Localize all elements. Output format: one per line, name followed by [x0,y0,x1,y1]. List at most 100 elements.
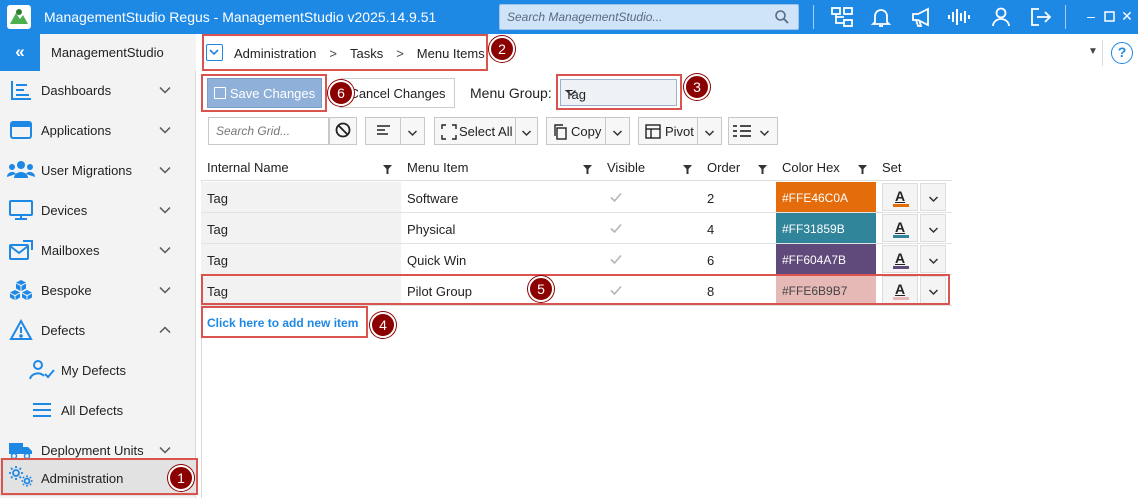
chevron-down-icon[interactable] [158,203,172,217]
chevron-down-icon[interactable] [759,127,770,142]
filter-icon[interactable] [583,162,592,174]
chevron-down-icon[interactable] [158,123,172,137]
global-search-input[interactable] [500,5,770,29]
annotation-box-3 [556,74,682,110]
sidebar-item-bespoke[interactable]: Bespoke [0,270,196,310]
chevron-down-icon[interactable] [158,163,172,177]
sidebar-item-label: My Defects [61,363,127,378]
global-search[interactable] [499,4,799,30]
cell-menu-item[interactable]: Physical [401,213,601,243]
annotation-badge-5: 5 [528,276,554,302]
cell-menu-item[interactable]: Quick Win [401,244,601,274]
check-icon[interactable] [609,252,623,266]
sidebar-item-all-defects[interactable]: All Defects [0,390,196,430]
cell-color-hex[interactable]: #FFE46C0A [776,182,876,212]
bell-icon[interactable] [868,5,894,29]
logout-icon[interactable] [1028,5,1054,29]
grid-search[interactable] [208,117,329,145]
cell-visible[interactable] [601,244,701,274]
cell-visible[interactable] [601,182,701,212]
table-row[interactable]: Tag Quick Win 6 #FF604A7B A [201,244,952,275]
sidebar-item-my-defects[interactable]: My Defects [0,350,196,390]
chevron-down-icon[interactable] [158,443,172,457]
cell-color-hex[interactable]: #FF604A7B [776,244,876,274]
chevron-down-icon[interactable] [612,127,623,142]
table-row[interactable]: Tag Software 2 #FFE46C0A A [201,182,952,213]
font-color-dropdown[interactable] [920,183,946,211]
chevron-down-icon[interactable] [704,127,715,142]
color-swatch [893,204,909,207]
filter-icon[interactable] [683,162,692,174]
minimize-icon[interactable]: – [1082,5,1100,27]
cell-internal-name[interactable]: Tag [201,244,401,274]
grid-search-input[interactable] [209,118,328,144]
window-title: ManagementStudio Regus - ManagementStudi… [44,9,437,25]
sidebar-item-devices[interactable]: Devices [0,190,196,230]
column-header-color-hex[interactable]: Color Hex [776,151,876,181]
sidebar-item-dashboards[interactable]: Dashboards [0,70,196,110]
chevron-down-icon [928,255,939,270]
clear-search-button[interactable] [329,117,357,145]
cell-color-hex[interactable]: #FF31859B [776,213,876,243]
app-logo [7,5,31,29]
column-header-internal-name[interactable]: Internal Name [201,151,401,181]
cell-internal-name[interactable]: Tag [201,182,401,212]
chevron-down-icon[interactable] [158,283,172,297]
table-row[interactable]: Tag Physical 4 #FF31859B A [201,213,952,244]
select-all-button[interactable]: Select All [434,117,538,145]
font-color-button[interactable]: A [882,183,918,211]
layout-menu-button[interactable] [728,117,778,145]
sidebar-item-user-migrations[interactable]: User Migrations [0,150,196,190]
cell-set: A [876,182,952,212]
pivot-button[interactable]: Pivot [638,117,722,145]
align-menu-button[interactable] [365,117,425,145]
sidebar-item-label: Dashboards [41,83,112,98]
annotation-box-6 [201,74,327,112]
chevron-down-icon[interactable] [158,83,172,97]
column-header-set[interactable]: Set [876,151,952,181]
font-color-dropdown[interactable] [920,214,946,242]
cancel-changes-label: Cancel Changes [349,85,446,101]
user-icon[interactable] [988,5,1014,29]
cell-order[interactable]: 4 [701,213,776,243]
font-color-dropdown[interactable] [920,245,946,273]
copy-label: Copy [571,124,602,139]
cell-order[interactable]: 6 [701,244,776,274]
check-icon[interactable] [609,190,623,204]
cell-internal-name[interactable]: Tag [201,213,401,243]
chevron-up-icon[interactable] [158,323,172,337]
divider [400,118,401,144]
org-chart-icon[interactable] [829,5,855,29]
filter-icon[interactable] [758,162,767,174]
column-header-order[interactable]: Order [701,151,776,181]
maximize-icon[interactable] [1100,5,1118,27]
search-icon[interactable] [774,9,790,28]
font-color-button[interactable]: A [882,214,918,242]
chevron-down-icon[interactable] [158,243,172,257]
megaphone-icon[interactable] [909,5,935,29]
sidebar-item-applications[interactable]: Applications [0,110,196,150]
column-header-menu-item[interactable]: Menu Item [401,151,601,181]
filter-icon[interactable] [383,162,392,174]
cell-visible[interactable] [601,213,701,243]
chevron-down-icon[interactable] [407,127,418,142]
cell-order[interactable]: 2 [701,182,776,212]
sidebar-app-name: ManagementStudio [51,45,164,60]
cancel-changes-button[interactable]: Cancel Changes [340,78,455,108]
copy-button[interactable]: Copy [546,117,630,145]
sidebar-item-mailboxes[interactable]: Mailboxes [0,230,196,270]
cell-menu-item[interactable]: Software [401,182,601,212]
panel-menu-icon[interactable]: ▼ [1088,46,1098,57]
help-button[interactable]: ? [1111,42,1133,64]
filter-icon[interactable] [858,162,867,174]
check-icon[interactable] [609,221,623,235]
column-header-visible[interactable]: Visible [601,151,701,181]
collapse-sidebar-button[interactable]: « [0,34,40,71]
font-color-button[interactable]: A [882,245,918,273]
sidebar-item-defects[interactable]: Defects [0,310,196,350]
chevron-down-icon[interactable] [521,127,532,142]
sidebar-item-label: Deployment Units [41,443,144,458]
cubes-icon [7,278,35,302]
audio-wave-icon[interactable] [946,5,972,29]
close-icon[interactable]: ✕ [1118,5,1136,27]
